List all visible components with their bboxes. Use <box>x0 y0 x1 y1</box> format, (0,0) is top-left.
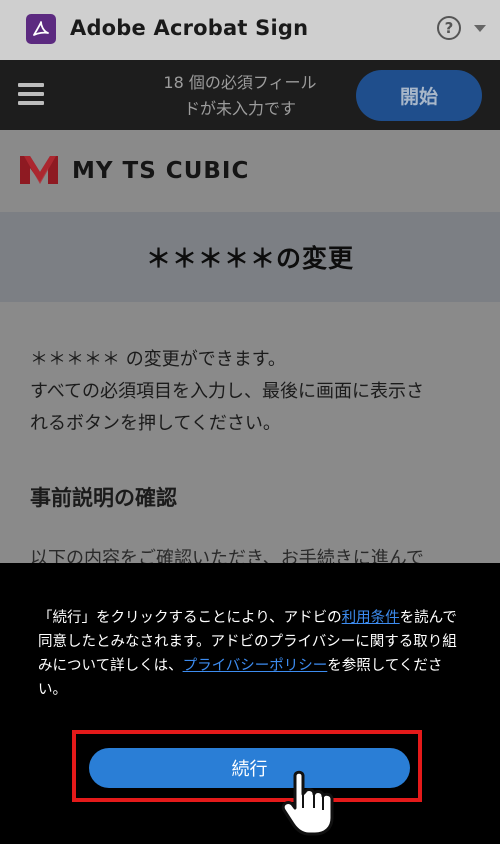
brand-name: MY TS CUBIC <box>72 158 250 184</box>
required-fields-message-line2: ドが未入力です <box>183 99 296 118</box>
intro-line3: れるボタンを押してください。 <box>30 413 281 434</box>
consent-text-part1: 「続行」をクリックすることにより、アドビの <box>38 610 342 626</box>
continue-button[interactable]: 続行 <box>89 748 410 788</box>
pointer-hand-icon <box>281 768 343 838</box>
menu-icon[interactable] <box>18 83 44 105</box>
required-fields-message: 18 個の必須フィール ドが未入力です <box>130 70 350 122</box>
consent-text: 「続行」をクリックすることにより、アドビの利用条件を読んで同意したとみなされます… <box>38 606 466 702</box>
intro-line1: ＊＊＊＊＊ の変更ができます。 <box>30 349 286 370</box>
intro-section: ＊＊＊＊＊ の変更ができます。 すべての必須項目を入力し、最後に画面に表示さ れ… <box>30 344 475 440</box>
brand-logo-icon <box>18 150 60 190</box>
page-header: ＊＊＊＊＊の変更 <box>0 212 500 302</box>
page-title: ＊＊＊＊＊の変更 <box>145 244 354 273</box>
start-button[interactable]: 開始 <box>356 70 482 121</box>
section-title: 事前説明の確認 <box>30 486 177 510</box>
intro-text: ＊＊＊＊＊ の変更ができます。 すべての必須項目を入力し、最後に画面に表示さ れ… <box>30 344 475 440</box>
section-text: 以下の内容をご確認いただき、お手続きに進んで <box>30 548 424 564</box>
app-title: Adobe Acrobat Sign <box>70 16 309 40</box>
terms-link[interactable]: 利用条件 <box>342 610 400 626</box>
help-icon[interactable]: ? <box>437 16 461 40</box>
privacy-policy-link[interactable]: プライバシーポリシー <box>183 658 328 674</box>
acrobat-logo-icon <box>26 14 56 44</box>
required-fields-message-line1: 18 個の必須フィール <box>163 73 317 92</box>
chevron-down-icon[interactable] <box>474 25 486 32</box>
help-glyph: ? <box>444 19 454 37</box>
intro-line2: すべての必須項目を入力し、最後に画面に表示さ <box>30 381 425 402</box>
